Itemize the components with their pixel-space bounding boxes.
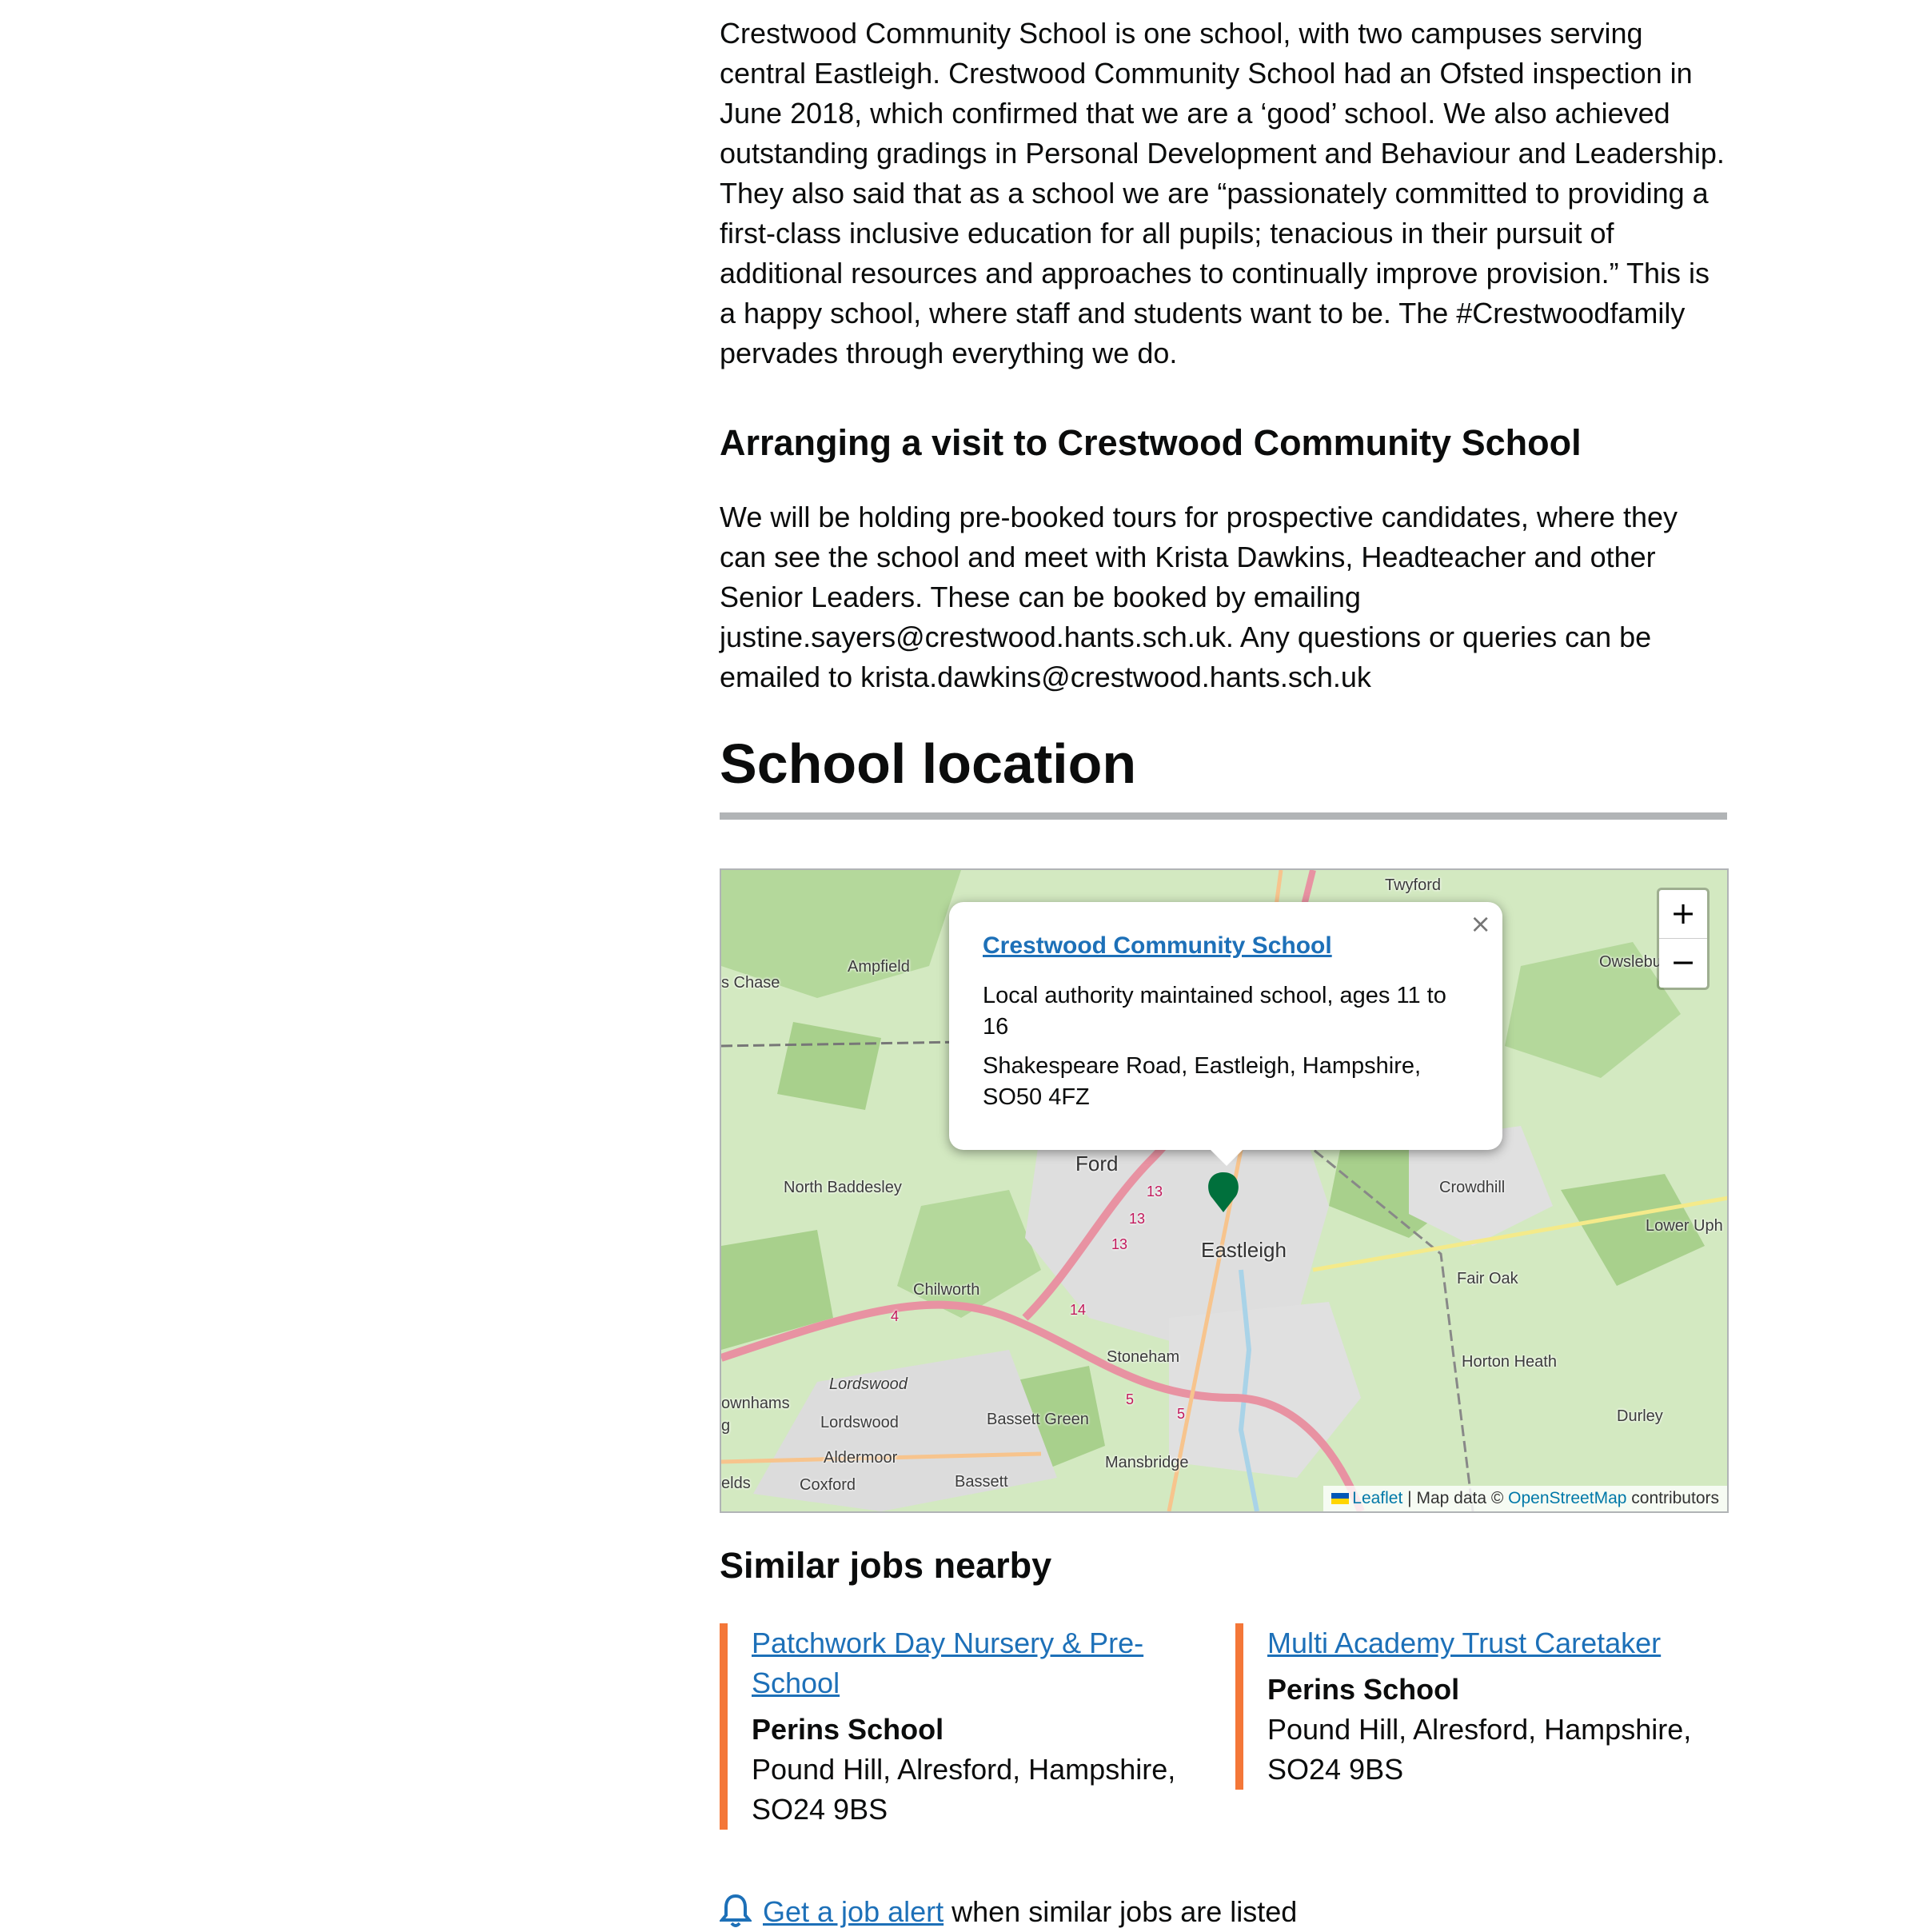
road-number-label: 5 — [1177, 1406, 1186, 1422]
similar-jobs-section: Similar jobs nearby — [720, 1543, 1727, 1588]
school-map[interactable]: Twyford Ampfield s Chase Owslebu Ford No… — [720, 868, 1729, 1513]
popup-school-link[interactable]: Crestwood Community School — [983, 932, 1332, 960]
popup-school-type: Local authority maintained school, ages … — [983, 983, 1446, 1040]
place-label: Owslebu — [1599, 953, 1662, 971]
place-label: s Chase — [721, 974, 780, 992]
place-label: Lordswood — [820, 1414, 899, 1431]
road-number-label: 5 — [1126, 1391, 1135, 1407]
place-label: Stoneham — [1107, 1348, 1180, 1366]
place-label: Bassett Green — [987, 1411, 1089, 1428]
intro-section: Crestwood Community School is one school… — [720, 14, 1727, 373]
section-divider — [720, 812, 1727, 820]
place-label: Lordswood — [829, 1375, 908, 1393]
place-label: Fair Oak — [1457, 1270, 1518, 1287]
zoom-out-button[interactable]: − — [1659, 939, 1707, 987]
visit-heading: Arranging a visit to Crestwood Community… — [720, 422, 1582, 463]
place-label: Chilworth — [913, 1281, 980, 1299]
similar-jobs-heading: Similar jobs nearby — [720, 1545, 1052, 1586]
job-title-link[interactable]: Multi Academy Trust Caretaker — [1267, 1623, 1739, 1663]
bell-icon — [718, 1894, 753, 1927]
close-icon[interactable]: × — [1470, 908, 1491, 939]
leaflet-link[interactable]: Leaflet — [1352, 1489, 1402, 1507]
job-card: Multi Academy Trust Caretaker Perins Sch… — [1235, 1623, 1739, 1790]
road-number-label: 4 — [891, 1308, 900, 1324]
visit-section: Arranging a visit to Crestwood Community… — [720, 421, 1727, 697]
road-number-label: 14 — [1070, 1302, 1087, 1318]
place-label: Crowdhill — [1439, 1179, 1506, 1196]
zoom-control: + − — [1657, 888, 1710, 990]
job-alert-row: Get a job alert when similar jobs are li… — [718, 1892, 1298, 1932]
place-label: Coxford — [800, 1476, 856, 1494]
job-address: Pound Hill, Alresford, Hampshire, SO24 9… — [1267, 1713, 1692, 1786]
place-label: Eastleigh — [1201, 1238, 1287, 1262]
place-label: g — [721, 1417, 731, 1435]
location-heading: School location — [720, 732, 1137, 795]
visit-paragraph: We will be holding pre-booked tours for … — [720, 501, 1678, 693]
place-label: Mansbridge — [1105, 1454, 1189, 1471]
place-label: ownhams — [721, 1395, 790, 1412]
road-number-label: 13 — [1147, 1184, 1163, 1200]
map-popup: × Crestwood Community School Local autho… — [949, 902, 1502, 1150]
job-card: Patchwork Day Nursery & Pre-School Perin… — [720, 1623, 1223, 1830]
job-address: Pound Hill, Alresford, Hampshire, SO24 9… — [752, 1753, 1176, 1826]
place-label: Horton Heath — [1462, 1353, 1557, 1371]
job-organisation: Perins School — [752, 1713, 944, 1746]
popup-tip — [1209, 1148, 1244, 1166]
attribution-separator: | Map data © — [1407, 1489, 1504, 1507]
place-label: Bassett — [955, 1473, 1008, 1491]
attribution-suffix: contributors — [1631, 1489, 1719, 1507]
place-label: Durley — [1617, 1407, 1663, 1425]
place-label: North Baddesley — [784, 1179, 902, 1196]
road-number-label: 13 — [1111, 1236, 1128, 1252]
road-number-label: 13 — [1129, 1211, 1146, 1227]
place-label: Lower Uph — [1646, 1217, 1723, 1235]
intro-paragraph: Crestwood Community School is one school… — [720, 17, 1725, 369]
place-label: elds — [721, 1475, 751, 1492]
ukraine-flag-icon — [1331, 1493, 1350, 1505]
openstreetmap-link[interactable]: OpenStreetMap — [1508, 1489, 1626, 1507]
job-title-link[interactable]: Patchwork Day Nursery & Pre-School — [752, 1623, 1223, 1703]
job-organisation: Perins School — [1267, 1673, 1460, 1706]
place-label: Twyford — [1385, 876, 1442, 894]
location-section: School location — [720, 732, 1727, 796]
job-alert-text: when similar jobs are listed — [944, 1895, 1298, 1928]
map-attribution: Leaflet | Map data © OpenStreetMap contr… — [1323, 1486, 1727, 1511]
place-label: Aldermoor — [824, 1449, 898, 1467]
place-label: Ampfield — [848, 958, 910, 976]
zoom-in-button[interactable]: + — [1659, 890, 1707, 939]
popup-school-address: Shakespeare Road, Eastleigh, Hampshire, … — [983, 1053, 1422, 1110]
job-alert-link[interactable]: Get a job alert — [763, 1895, 944, 1928]
place-label: Ford — [1075, 1152, 1119, 1176]
